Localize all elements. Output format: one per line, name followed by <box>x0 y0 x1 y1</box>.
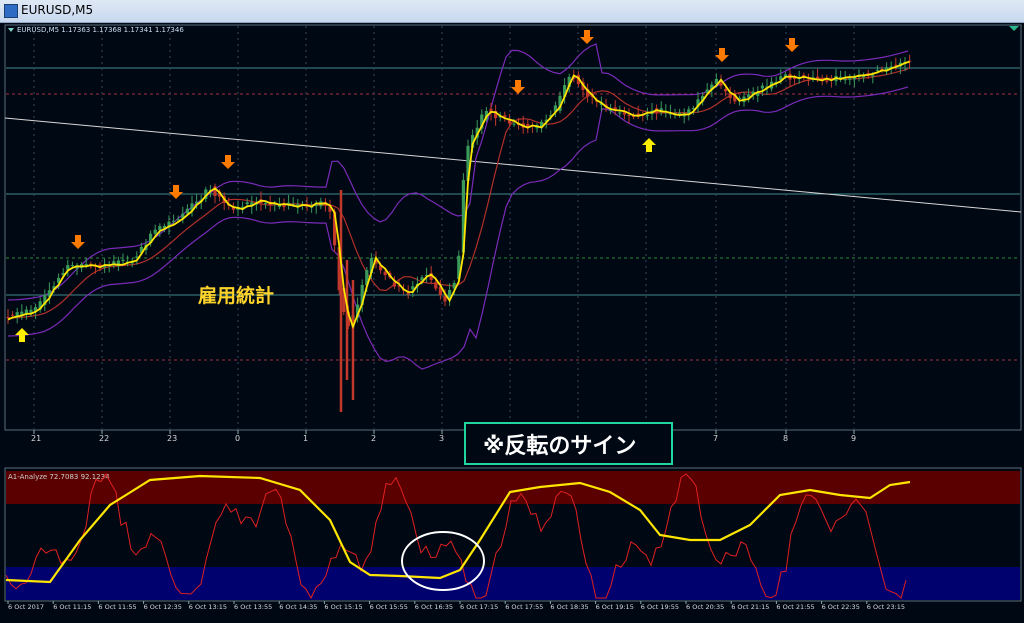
candle-body <box>406 292 410 295</box>
candle-body <box>121 259 125 262</box>
nfp-annotation: 雇用統計 <box>198 284 274 307</box>
time-tick-label: 6 Oct 2017 <box>8 603 44 611</box>
candle-body <box>875 69 879 71</box>
time-tick-label: 6 Oct 11:55 <box>98 603 136 611</box>
candle-body <box>11 314 15 316</box>
candle-body <box>84 264 88 266</box>
candle-body <box>153 229 157 234</box>
symbol-info: EURUSD,M5 1.17363 1.17368 1.17341 1.1734… <box>8 26 184 34</box>
shift-marker-icon[interactable] <box>1009 26 1019 31</box>
candle-body <box>724 89 728 92</box>
down-arrow-icon <box>221 155 235 169</box>
candle-body <box>627 115 631 117</box>
candle-body <box>383 271 387 276</box>
candle-body <box>185 208 189 214</box>
candle-body <box>176 219 180 221</box>
symbol-info-line: EURUSD,M5 1.17363 1.17368 1.17341 1.1734… <box>17 26 184 34</box>
candle-body <box>264 202 268 204</box>
candle-body <box>434 282 438 289</box>
indicator-window: A1-Analyze 72.7083 92.1234 <box>4 467 1022 602</box>
time-tick-label: 6 Oct 12:35 <box>144 603 182 611</box>
horizontal-levels <box>6 67 1020 361</box>
down-arrow-icon <box>580 30 594 44</box>
candle-body <box>158 226 162 231</box>
candlesticks <box>6 54 912 412</box>
time-tick-label: 6 Oct 23:15 <box>867 603 905 611</box>
vertical-grid <box>33 26 855 429</box>
time-tick-label: 6 Oct 13:15 <box>189 603 227 611</box>
time-tick-label: 6 Oct 19:15 <box>596 603 634 611</box>
candle-body <box>825 80 829 82</box>
window-title: EURUSD,M5 <box>21 3 94 17</box>
chart-area[interactable]: EURUSD,M5 1.17363 1.17368 1.17341 1.1734… <box>0 23 1024 623</box>
callout-text: ※反転のサイン <box>483 433 636 459</box>
mt4-chart-window: EURUSD,M5 EURUSD,M5 1.17363 1.17368 1.17… <box>0 0 1024 623</box>
candle-body <box>70 265 74 267</box>
candle-body <box>871 75 875 77</box>
candle-body <box>512 123 516 125</box>
candle-body <box>245 202 249 205</box>
date-tick-label: 8 <box>783 434 788 443</box>
overbought-zone <box>6 471 1020 504</box>
dropdown-triangle-icon[interactable] <box>8 28 14 32</box>
candle-body <box>760 85 764 89</box>
chart-window-icon <box>4 4 18 18</box>
date-tick-label: 23 <box>167 434 177 443</box>
reversal-callout: ※反転のサイン <box>464 422 673 465</box>
candle-body <box>172 220 176 222</box>
date-tick-label: 0 <box>235 434 240 443</box>
candle-body <box>728 93 732 98</box>
up-arrow-icon <box>15 328 29 342</box>
time-tick-label: 6 Oct 14:35 <box>279 603 317 611</box>
candle-body <box>645 114 649 116</box>
band-lower <box>7 86 909 370</box>
date-tick-label: 1 <box>303 434 308 443</box>
candle-body <box>618 112 622 114</box>
date-tick-label: 9 <box>851 434 856 443</box>
down-arrow-icon <box>71 235 85 249</box>
time-tick-label: 6 Oct 21:55 <box>776 603 814 611</box>
time-tick-label: 6 Oct 13:55 <box>234 603 272 611</box>
down-arrow-icon <box>169 185 183 199</box>
candle-body <box>392 282 396 287</box>
time-axis: 6 Oct 2017 6 Oct 11:15 6 Oct 11:55 6 Oct 12… <box>7 601 905 611</box>
date-tick-label: 3 <box>439 434 444 443</box>
oversold-zone <box>6 567 1020 600</box>
time-tick-label: 6 Oct 11:15 <box>53 603 91 611</box>
up-arrow-icon <box>642 138 656 152</box>
down-arrow-icon <box>715 48 729 62</box>
date-tick-label: 22 <box>99 434 109 443</box>
time-tick-label: 6 Oct 22:35 <box>822 603 860 611</box>
main-chart-frame <box>4 24 1022 431</box>
time-tick-label: 6 Oct 18:35 <box>550 603 588 611</box>
time-tick-label: 6 Oct 16:35 <box>415 603 453 611</box>
date-tick-label: 21 <box>31 434 41 443</box>
time-tick-label: 6 Oct 15:55 <box>370 603 408 611</box>
candle-body <box>806 79 810 81</box>
indicator-title: A1-Analyze 72.7083 92.1234 <box>8 473 110 481</box>
down-arrow-icon <box>785 38 799 52</box>
time-tick-label: 6 Oct 19:55 <box>641 603 679 611</box>
candle-body <box>6 316 10 318</box>
date-tick-label: 2 <box>371 434 376 443</box>
window-titlebar[interactable]: EURUSD,M5 <box>0 0 1024 23</box>
trend-line[interactable] <box>4 117 1022 213</box>
time-tick-label: 6 Oct 17:15 <box>460 603 498 611</box>
time-tick-label: 6 Oct 15:15 <box>324 603 362 611</box>
time-tick-label: 6 Oct 17:55 <box>505 603 543 611</box>
time-tick-label: 6 Oct 21:15 <box>731 603 769 611</box>
date-tick-label: 7 <box>713 434 718 443</box>
candle-body <box>848 78 852 80</box>
down-arrow-icon <box>511 80 525 94</box>
time-tick-label: 6 Oct 20:35 <box>686 603 724 611</box>
candle-body <box>843 78 847 81</box>
